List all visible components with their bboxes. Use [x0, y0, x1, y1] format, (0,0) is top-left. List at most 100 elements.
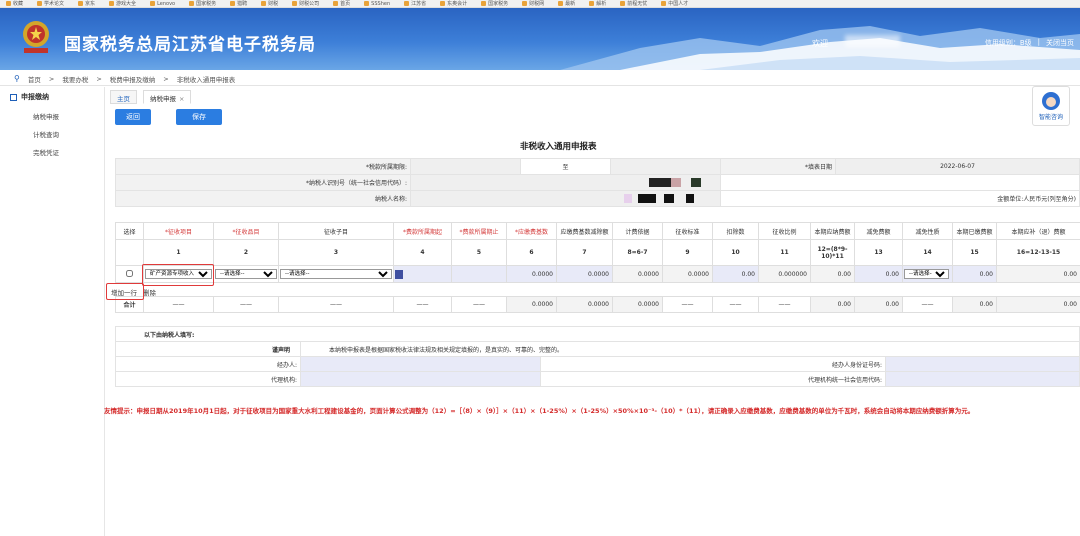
column-header: 本期应补（退）费额 — [996, 222, 1080, 240]
column-number — [115, 239, 144, 266]
column-number: 9 — [662, 239, 713, 266]
column-number: 16=12-13-15 — [996, 239, 1080, 266]
bookmark-icon — [522, 1, 528, 6]
bookmark-item[interactable]: 最新 — [558, 0, 575, 7]
sum-paid: 0.00 — [952, 296, 997, 313]
column-header: *费款所属期起 — [393, 222, 452, 240]
bookmark-item[interactable]: 收藏 — [6, 0, 23, 7]
declaration-grid: 选择 *征收项目 *征收品目 征收子目 *费款所属期起 *费款所属期止 *应缴费基数 应缴费基… — [115, 222, 1080, 313]
bookmark-item[interactable]: 猎聘 — [230, 0, 247, 7]
bookmark-item[interactable]: 学术论文 — [37, 0, 64, 7]
agency-input[interactable] — [300, 371, 541, 387]
sidebar-item-declare[interactable]: 纳税申报 — [0, 107, 104, 125]
breadcrumb-declare[interactable]: 税费申报及缴纳 — [110, 74, 156, 84]
fill-date-label: *填表日期 — [720, 158, 836, 175]
bookmark-item[interactable]: 财税 — [261, 0, 278, 7]
save-button[interactable]: 保存 — [176, 109, 222, 125]
fee-basis-cell: 0.0000 — [612, 265, 663, 283]
deduction-input[interactable]: 0.00 — [712, 265, 759, 283]
period-start-cell[interactable] — [393, 265, 452, 283]
bookmark-icon — [150, 1, 156, 6]
column-header: 征收子目 — [278, 222, 394, 240]
column-header: 本期应纳费额 — [810, 222, 855, 240]
column-header: 减免性质 — [902, 222, 953, 240]
payable-fee-cell: 0.00 — [810, 265, 855, 283]
decl-label: 谨声明 — [115, 341, 301, 357]
column-header: *费款所属期止 — [451, 222, 507, 240]
breadcrumb-tax[interactable]: 我要办税 — [62, 74, 88, 84]
menu-grid-icon — [10, 93, 17, 101]
bookmark-item[interactable]: 国家税务 — [481, 0, 508, 7]
handler-label: 经办人: — [115, 356, 301, 372]
bookmark-item[interactable]: 游戏大全 — [109, 0, 136, 7]
breadcrumb-current: 非税收入通用申报表 — [176, 75, 236, 84]
column-header: 选择 — [115, 222, 144, 240]
bookmark-icon — [78, 1, 84, 6]
relief-amount-input[interactable]: 0.00 — [854, 265, 903, 283]
bookmark-item[interactable]: 解析 — [589, 0, 606, 7]
sidebar-item-certificate[interactable]: 完税凭证 — [0, 143, 104, 161]
period-start-field[interactable] — [410, 158, 521, 175]
period-label: *税款所属期限: — [115, 158, 411, 175]
bookmark-item[interactable]: SSShen — [364, 1, 390, 7]
sum-deduction: 0.0000 — [556, 296, 613, 313]
handler-input[interactable] — [300, 356, 541, 372]
bookmark-icon — [37, 1, 43, 6]
bookmark-icon — [440, 1, 446, 6]
close-page-link[interactable]: 关闭当页 — [1046, 38, 1074, 48]
close-icon[interactable]: × — [179, 95, 184, 103]
declaration-table: 以下由纳税人填写: 谨声明 本纳税申报表是根据国家税收法律法规及相关规定填报的，… — [115, 326, 1080, 387]
bookmark-item[interactable]: 中国人才 — [661, 0, 688, 7]
base-deduction-input[interactable]: 0.0000 — [556, 265, 613, 283]
bookmark-icon — [589, 1, 595, 6]
column-number: 13 — [854, 239, 903, 266]
column-number: 14 — [902, 239, 953, 266]
smart-help-widget[interactable]: 智能咨询 — [1032, 86, 1070, 126]
agency-code-input[interactable] — [885, 371, 1080, 387]
column-number: 6 — [506, 239, 557, 266]
sidebar-item-query[interactable]: 计税查询 — [0, 125, 104, 143]
sidebar-section[interactable]: 申报缴纳 — [0, 87, 104, 107]
back-button[interactable]: 返回 — [115, 109, 151, 125]
base-amount-input[interactable]: 0.0000 — [506, 265, 557, 283]
row-select-checkbox[interactable] — [126, 269, 133, 277]
sum-row: 合计 —— —— —— —— —— 0.0000 0.0000 0.0000 —… — [115, 296, 1080, 313]
bookmark-item[interactable]: 京东 — [78, 0, 95, 7]
assistant-avatar-icon — [1042, 91, 1060, 110]
tab-declare[interactable]: 纳税申报 × — [143, 90, 192, 104]
bookmark-icon — [333, 1, 339, 6]
bookmark-icon — [189, 1, 195, 6]
breadcrumb-home[interactable]: 首页 — [28, 74, 41, 84]
column-header: *征收品目 — [213, 222, 279, 240]
sum-refund: 0.00 — [996, 296, 1080, 313]
period-end-field[interactable] — [610, 158, 721, 175]
bookmark-item[interactable]: 财税网 — [522, 0, 544, 7]
column-header: *应缴费基数 — [506, 222, 557, 240]
bookmarks-bar: 收藏 学术论文 京东 游戏大全 Lenovo 国家税务 猎聘 财税 财税公司 首页 SSShen 江苏… — [0, 0, 1080, 8]
bookmark-item[interactable]: 首页 — [333, 0, 350, 7]
highlight-add-row-box — [106, 283, 144, 300]
agency-label: 代理机构: — [115, 371, 301, 387]
tab-home[interactable]: 主页 — [110, 90, 137, 104]
column-header: 应缴费基数减除额 — [556, 222, 613, 240]
column-number: 4 — [393, 239, 452, 266]
column-number: 8=6-7 — [612, 239, 663, 266]
paid-fee-input[interactable]: 0.00 — [952, 265, 997, 283]
bookmark-item[interactable]: 国家税务 — [189, 0, 216, 7]
relief-nature-select[interactable]: --请选择-- — [904, 269, 949, 279]
bookmark-item[interactable]: 东奥会计 — [440, 0, 467, 7]
bookmark-item[interactable]: 前程无忧 — [620, 0, 647, 7]
bookmark-item[interactable]: Lenovo — [150, 1, 175, 7]
levy-item-select[interactable]: --请选择-- — [215, 269, 277, 279]
bookmark-item[interactable]: 财税公司 — [292, 0, 319, 7]
bookmark-item[interactable]: 江苏省 — [404, 0, 426, 7]
handler-id-input[interactable] — [885, 356, 1080, 372]
bookmark-icon — [481, 1, 487, 6]
sum-payable: 0.00 — [810, 296, 855, 313]
taxpayer-name-label: 纳税人名称: — [115, 190, 411, 207]
highlight-project-box — [142, 264, 214, 286]
refund-fee-cell: 0.00 — [996, 265, 1080, 283]
column-header: 减免费额 — [854, 222, 903, 240]
period-end-cell[interactable] — [451, 265, 507, 283]
levy-subitem-select[interactable]: --请选择-- — [280, 269, 392, 279]
